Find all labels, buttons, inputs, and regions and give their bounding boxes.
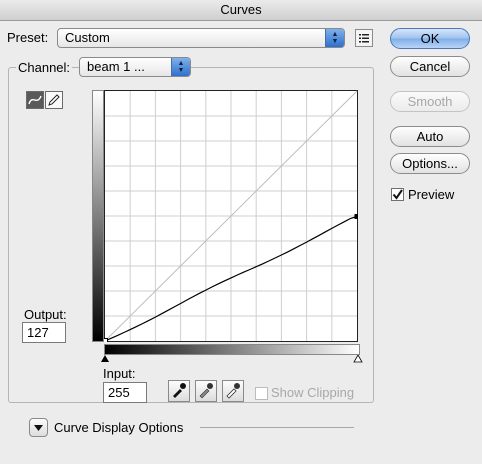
output-field[interactable]: 127 [22, 322, 66, 343]
checkmark-icon [392, 189, 403, 200]
curve-display-options-label[interactable]: Curve Display Options [54, 420, 183, 435]
smooth-button[interactable]: Smooth [390, 91, 470, 112]
cancel-button[interactable]: Cancel [390, 56, 470, 77]
input-gradient-bar [104, 344, 360, 355]
curve-tool-icon[interactable] [26, 91, 44, 109]
input-field[interactable]: 255 [103, 382, 147, 403]
dropdown-arrows-icon: ▲ ▼ [325, 29, 344, 47]
disclosure-triangle-icon[interactable] [29, 418, 48, 437]
eyedropper-gray-icon[interactable] [195, 380, 217, 402]
curve-graph[interactable] [104, 90, 358, 342]
preview-label: Preview [408, 187, 455, 202]
curve-point-end[interactable] [354, 213, 359, 219]
window-title: Curves [0, 0, 482, 21]
preset-value: Custom [65, 30, 110, 45]
output-label: Output: [24, 307, 67, 322]
preset-dropdown[interactable]: Custom ▲ ▼ [57, 28, 345, 48]
eyedropper-white-icon[interactable] [222, 380, 244, 402]
eyedropper-black-icon[interactable] [168, 380, 190, 402]
channel-dropdown[interactable]: beam 1 ... ▲ ▼ [79, 57, 191, 77]
ok-button[interactable]: OK [390, 28, 470, 49]
options-button[interactable]: Options... [390, 153, 470, 174]
divider [200, 427, 354, 428]
dropdown-arrows-icon: ▲ ▼ [171, 58, 190, 76]
preset-label: Preset: [7, 30, 49, 45]
curve-point-start[interactable] [104, 338, 108, 343]
show-clipping-checkbox[interactable] [255, 387, 268, 400]
preview-checkbox[interactable] [391, 188, 404, 201]
channel-label: Channel: [16, 60, 73, 75]
white-point-slider[interactable] [353, 355, 363, 363]
show-clipping-label: Show Clipping [271, 385, 355, 400]
auto-button[interactable]: Auto [390, 126, 470, 147]
input-label: Input: [103, 366, 136, 381]
pencil-icon[interactable] [45, 91, 63, 109]
channel-value: beam 1 ... [87, 59, 145, 74]
output-gradient-bar [92, 90, 104, 342]
black-point-slider[interactable] [100, 355, 110, 363]
list-menu-icon[interactable] [355, 29, 373, 47]
